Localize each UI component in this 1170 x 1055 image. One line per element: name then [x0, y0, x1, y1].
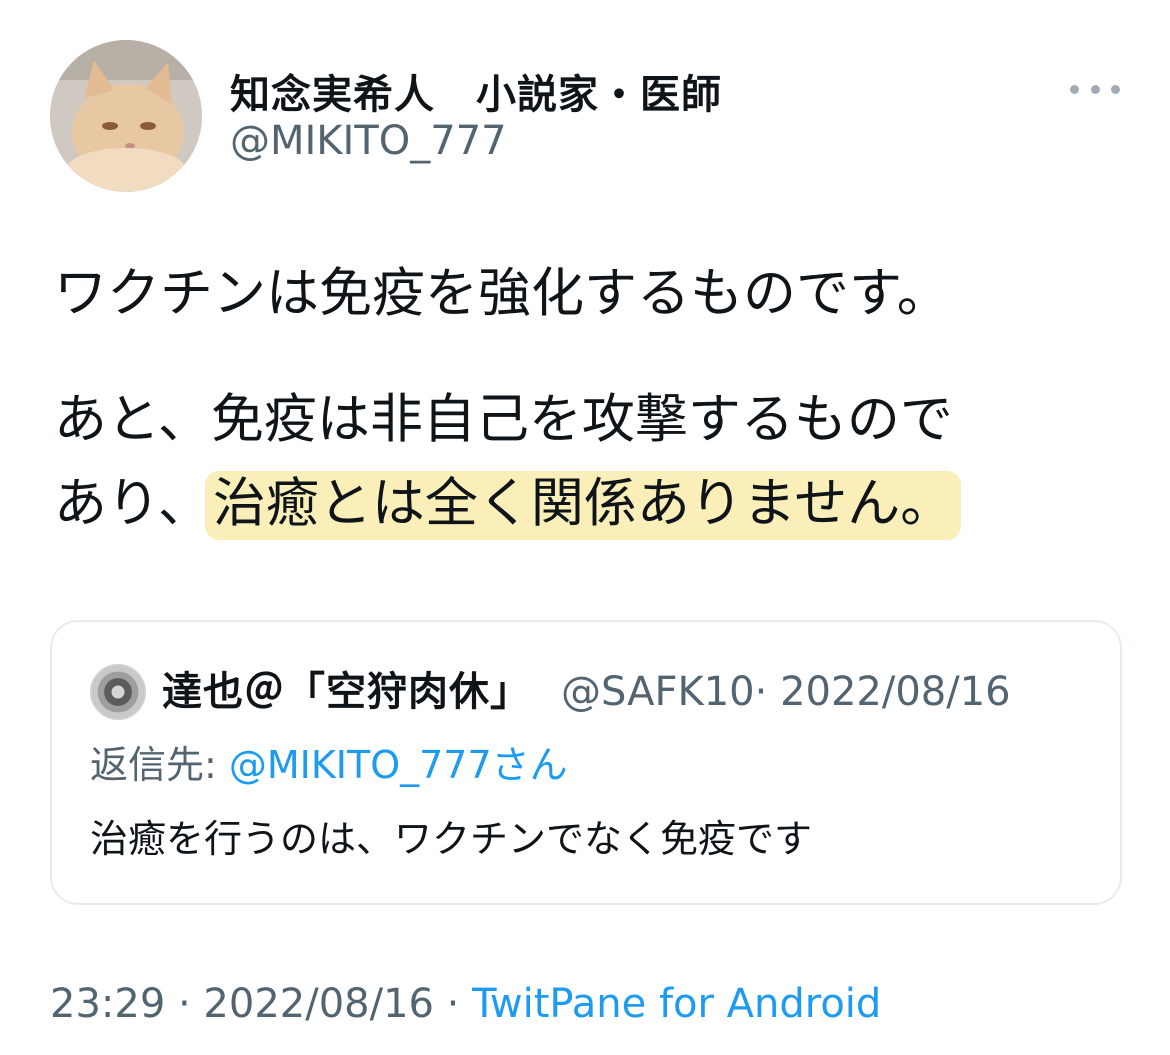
reply-target-link[interactable]: @MIKITO_777さん — [229, 743, 568, 787]
quote-date: · 2022/08/16 — [754, 669, 1011, 715]
quote-display-name[interactable]: 達也＠「空狩肉休」 — [162, 669, 531, 715]
quote-author-avatar[interactable] — [90, 664, 146, 720]
tweet-card: 知念実希人 小説家・医師 @MIKITO_777 ワクチンは免疫を強化するもので… — [0, 0, 1170, 1055]
more-dot — [1111, 84, 1120, 94]
tweet-paragraph-2: あと、免疫は非自己を攻撃するもので あり、治癒とは全く関係ありません。 — [54, 388, 1134, 540]
reply-prefix: 返信先: — [90, 743, 229, 787]
more-dot — [1090, 84, 1100, 94]
quote-handle[interactable]: @SAFK10 — [561, 669, 755, 715]
tweet-text-prefix: あり、 — [54, 473, 211, 534]
more-dots-icon[interactable] — [1070, 78, 1120, 100]
tweet-paragraph-1: ワクチンは免疫を強化するものです。 — [54, 263, 950, 324]
author-display-name[interactable]: 知念実希人 小説家・医師 — [230, 62, 722, 120]
quoted-tweet[interactable]: 達也＠「空狩肉休」 @SAFK10· 2022/08/16 返信先: @MIKIT… — [50, 620, 1122, 905]
quote-header: 達也＠「空狩肉休」 @SAFK10· 2022/08/16 — [162, 666, 1011, 718]
client-link[interactable]: TwitPane for Android — [472, 981, 881, 1027]
quote-text: 治癒を行うのは、ワクチンでなく免疫です — [90, 817, 813, 861]
more-dot — [1070, 84, 1079, 94]
cat-avatar-icon — [50, 40, 202, 192]
highlighted-text: 治癒とは全く関係ありません。 — [204, 471, 962, 540]
tweet-time-date[interactable]: 23:29 · 2022/08/16 · — [50, 981, 472, 1027]
tweet-paragraph-2-line-2: あり、治癒とは全く関係ありません。 — [54, 471, 1134, 540]
author-avatar[interactable] — [50, 40, 202, 192]
author-handle[interactable]: @MIKITO_777 — [230, 118, 507, 164]
tweet-paragraph-2-line-1: あと、免疫は非自己を攻撃するもので — [54, 389, 953, 450]
tweet-text: ワクチンは免疫を強化するものです。 あと、免疫は非自己を攻撃するもので あり、治… — [54, 262, 1134, 556]
coin-avatar-icon — [92, 666, 144, 718]
tweet-timestamp: 23:29 · 2022/08/16 · TwitPane for Androi… — [50, 978, 881, 1030]
reply-context: 返信先: @MIKITO_777さん — [90, 740, 568, 790]
